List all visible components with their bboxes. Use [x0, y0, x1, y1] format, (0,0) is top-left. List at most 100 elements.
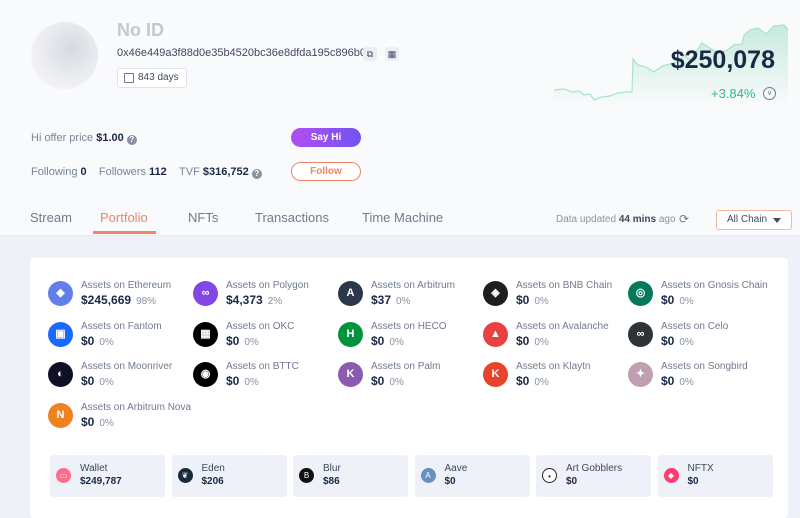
chain-item[interactable]: K Assets on Palm $0 0%: [338, 361, 483, 400]
chain-percent: 0%: [244, 377, 259, 388]
chain-value: $0 0%: [516, 293, 549, 307]
chain-label: Assets on BNB Chain: [516, 280, 613, 291]
total-balance: $250,078: [670, 46, 775, 74]
chain-value: $0 0%: [661, 333, 694, 348]
chain-item[interactable]: ◎ Assets on Gnosis Chain $0 0%: [628, 280, 773, 319]
help-icon[interactable]: ?: [126, 135, 137, 145]
chain-logo-icon: ∞: [628, 321, 653, 347]
chain-label: Assets on Songbird: [661, 361, 748, 372]
protocol-value: $0: [687, 476, 699, 487]
chain-value: $0 0%: [371, 333, 404, 348]
chain-percent: 0%: [389, 377, 404, 388]
chain-percent: 0%: [534, 336, 549, 348]
chain-item[interactable]: ▦ Assets on OKC $0 0%: [193, 321, 338, 360]
help-icon[interactable]: ?: [251, 169, 262, 179]
chain-label: Assets on BTTC: [226, 361, 299, 372]
chain-item[interactable]: ▣ Assets on Fantom $0 0%: [48, 321, 193, 360]
copy-icon[interactable]: ⧉: [363, 47, 377, 61]
protocol-name: Eden: [201, 463, 225, 474]
chain-label: Assets on Palm: [371, 361, 441, 372]
chain-logo-icon: K: [338, 362, 363, 387]
chain-percent: 0%: [534, 296, 549, 307]
chain-item[interactable]: ▲ Assets on Avalanche $0 0%: [483, 320, 628, 360]
protocol-logo-icon: ◆: [663, 468, 679, 483]
chain-logo-icon: N: [48, 402, 73, 428]
protocol-name: Art Gobblers: [566, 463, 623, 474]
chain-item[interactable]: ∞ Assets on Polygon $4,373 2%: [193, 280, 338, 319]
tab-time-machine[interactable]: Time Machine: [362, 210, 443, 225]
tab-portfolio[interactable]: Portfolio: [100, 210, 148, 225]
chain-value: $37 0%: [371, 293, 411, 307]
chain-label: Assets on HECO: [371, 320, 447, 332]
tab-transactions[interactable]: Transactions: [255, 210, 329, 225]
chain-value: $0 0%: [661, 374, 694, 388]
say-hi-button[interactable]: Say Hi: [291, 128, 361, 147]
tab-stream[interactable]: Stream: [30, 210, 72, 225]
chain-percent: 0%: [396, 296, 411, 307]
chain-label: Assets on Avalanche: [516, 320, 609, 332]
protocol-logo-icon: •: [542, 468, 557, 483]
chain-item[interactable]: ✦ Assets on Songbird $0 0%: [628, 361, 773, 400]
chain-percent: 0%: [99, 417, 114, 429]
chain-label: Assets on Moonriver: [81, 361, 173, 372]
chain-value: $0 0%: [81, 333, 114, 348]
protocol-card[interactable]: ▭ Wallet $249,787: [50, 455, 165, 497]
protocol-name: Wallet: [80, 463, 108, 474]
chain-percent: 2%: [267, 296, 283, 307]
tab-nfts[interactable]: NFTs: [188, 210, 218, 225]
chain-item[interactable]: ◉ Assets on BTTC $0 0%: [193, 361, 338, 400]
chain-logo-icon: ▲: [483, 321, 508, 347]
avatar: [31, 22, 98, 89]
chain-percent: 0%: [679, 377, 694, 388]
chain-item[interactable]: A Assets on Arbitrum $37 0%: [338, 280, 483, 319]
chain-logo-icon: ∞: [193, 281, 218, 306]
protocol-card[interactable]: • Art Gobblers $0: [536, 455, 651, 497]
protocol-value: $0: [566, 476, 578, 487]
chain-select[interactable]: All Chain: [716, 210, 792, 230]
chain-logo-icon: K: [483, 362, 508, 387]
chain-percent: 98%: [136, 296, 157, 307]
chain-label: Assets on Gnosis Chain: [661, 280, 768, 291]
chain-percent: 0%: [244, 336, 259, 348]
chain-item[interactable]: ◐ Assets on Moonriver $0 0%: [48, 361, 193, 400]
chain-percent: 0%: [99, 336, 114, 348]
protocol-logo-icon: A: [420, 468, 436, 483]
follow-button[interactable]: Follow: [291, 162, 361, 181]
chain-percent: 0%: [99, 377, 114, 388]
chain-item[interactable]: ◆ Assets on Ethereum $245,669 98%: [48, 280, 193, 319]
qr-code-icon[interactable]: ▦: [385, 47, 399, 61]
protocol-card[interactable]: B Blur $86: [293, 455, 408, 497]
protocol-value: $249,787: [80, 476, 122, 487]
refresh-icon[interactable]: ⟳: [679, 212, 689, 226]
chain-logo-icon: ◎: [628, 281, 653, 306]
chain-value: $0 0%: [81, 374, 114, 388]
chain-value: $0 0%: [661, 293, 694, 307]
caret-down-icon: [773, 218, 781, 227]
chain-item[interactable]: N Assets on Arbitrum Nova $0 0%: [48, 402, 193, 441]
chain-logo-icon: A: [338, 281, 363, 306]
chain-item[interactable]: K Assets on Klaytn $0 0%: [483, 361, 628, 400]
chain-logo-icon: ▦: [193, 321, 218, 347]
chain-item[interactable]: H Assets on HECO $0 0%: [338, 320, 483, 360]
protocol-name: NFTX: [687, 463, 714, 474]
chain-item[interactable]: ◈ Assets on BNB Chain $0 0%: [483, 280, 628, 319]
account-age-badge: 843 days: [117, 68, 187, 88]
chain-item[interactable]: ∞ Assets on Celo $0 0%: [628, 321, 773, 360]
protocol-card[interactable]: ❦ Eden $206: [171, 455, 287, 497]
chain-value: $0 0%: [81, 414, 114, 429]
chain-logo-icon: ◉: [193, 362, 218, 387]
protocol-card[interactable]: ◆ NFTX $0: [657, 455, 773, 497]
chain-logo-icon: ✦: [628, 362, 653, 387]
protocol-card[interactable]: A Aave $0: [414, 455, 530, 497]
chain-logo-icon: ▣: [48, 321, 73, 347]
chain-percent: 0%: [534, 377, 549, 388]
balance-change: +3.84%: [711, 86, 756, 101]
chain-label: Assets on Arbitrum: [371, 280, 455, 291]
chevron-down-icon[interactable]: ∨: [763, 87, 776, 100]
protocol-name: Aave: [444, 463, 468, 474]
chain-value: $4,373 2%: [226, 293, 283, 307]
profile-header: No ID 0x46e449a3f88d0e35b4520bc36e8dfda1…: [0, 0, 800, 236]
chain-value: $0 0%: [226, 333, 259, 348]
chain-label: Assets on Ethereum: [81, 280, 172, 291]
social-stats-row: Following 0 Followers 112 TVF $316,752 ?: [31, 166, 262, 179]
